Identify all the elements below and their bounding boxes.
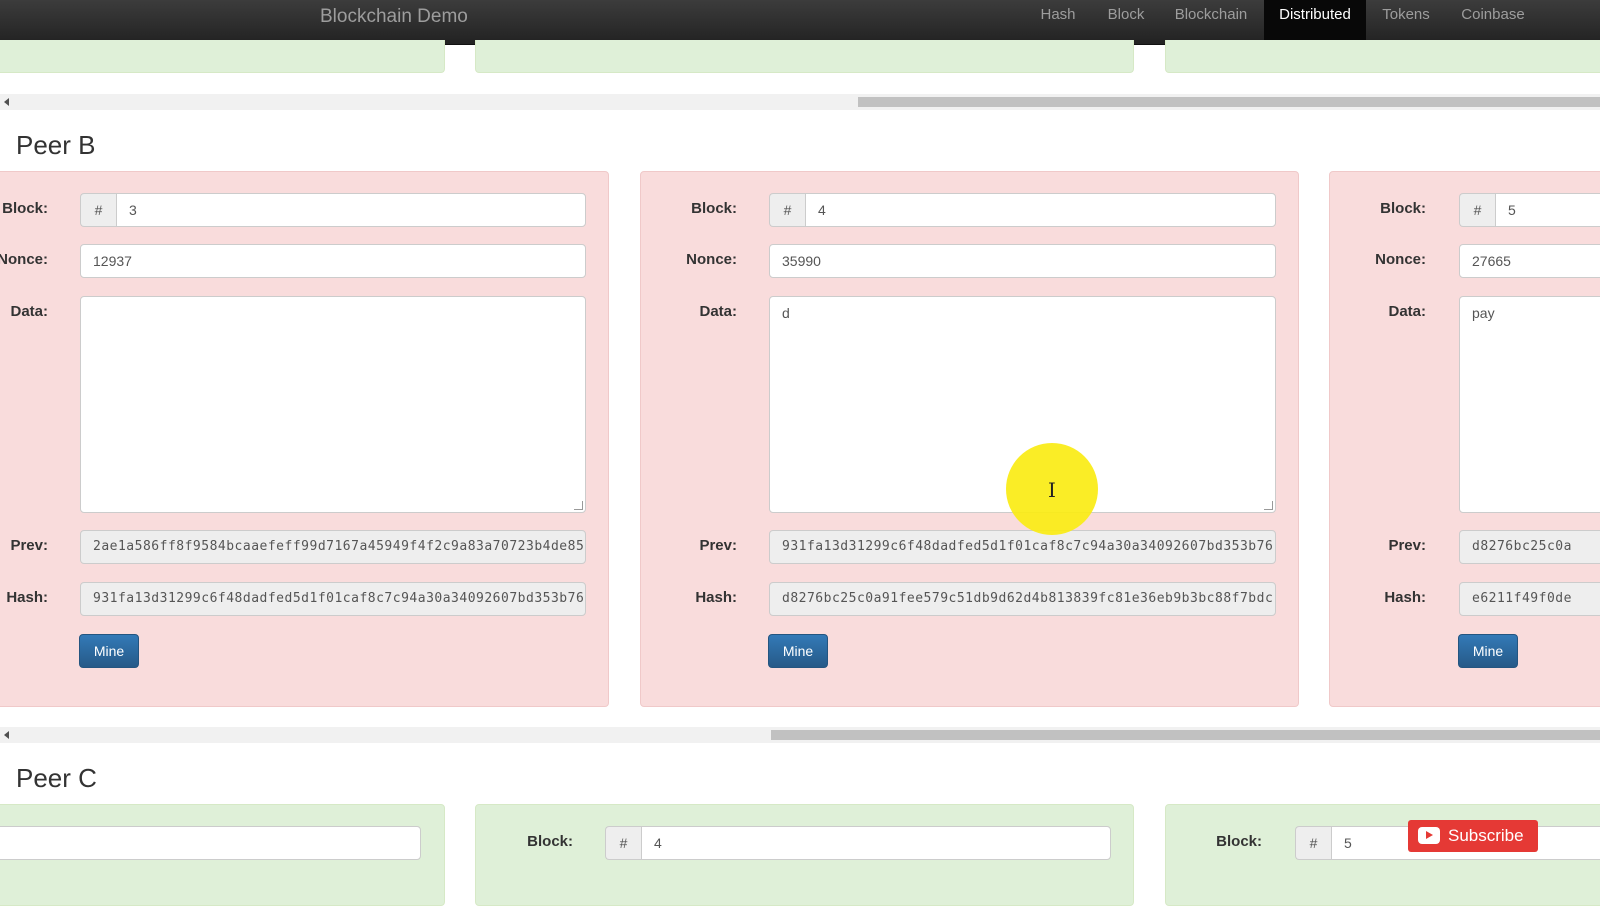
block-number-input[interactable]: 4 <box>641 826 1111 860</box>
hash-field: e6211f49f0de <box>1459 582 1600 616</box>
resize-grip-icon[interactable] <box>1264 501 1273 510</box>
scrollbar-thumb[interactable] <box>771 730 1600 740</box>
brand-title[interactable]: Blockchain Demo <box>320 6 468 28</box>
scroll-left-arrow-icon[interactable] <box>4 98 9 106</box>
mine-button[interactable]: Mine <box>1458 634 1518 668</box>
peer-a-card-1 <box>0 40 445 73</box>
resize-grip-icon[interactable] <box>574 501 583 510</box>
prev-hash-field: d8276bc25c0a <box>1459 530 1600 564</box>
hash-sign-addon: # <box>605 826 641 860</box>
block-number-input[interactable]: 3 <box>116 193 586 227</box>
nonce-label: Nonce: <box>686 251 737 268</box>
hash-sign-addon: # <box>1459 193 1495 227</box>
nonce-label: Nonce: <box>0 251 48 268</box>
nonce-input[interactable]: 27665 <box>1459 244 1600 278</box>
hash-sign-addon: # <box>769 193 805 227</box>
peer-b-scrollbar[interactable] <box>0 727 1600 743</box>
nonce-input[interactable]: 12937 <box>80 244 586 278</box>
nav-block[interactable]: Block <box>1094 0 1158 44</box>
data-textarea[interactable] <box>80 296 586 513</box>
block-number-input[interactable]: 5 <box>1495 193 1600 227</box>
block-label: Block: <box>527 833 573 850</box>
nav-tokens[interactable]: Tokens <box>1370 0 1442 44</box>
data-text: pay <box>1472 305 1495 321</box>
data-label: Data: <box>1388 303 1426 320</box>
hash-sign-addon: # <box>80 193 116 227</box>
block-label: Block: <box>691 200 737 217</box>
block-label: Block: <box>1216 833 1262 850</box>
peer-a-card-2 <box>475 40 1134 73</box>
block-label: Block: <box>2 200 48 217</box>
block-number-input[interactable] <box>0 826 421 860</box>
hash-field: 931fa13d31299c6f48dadfed5d1f01caf8c7c94a… <box>80 582 586 616</box>
prev-label: Prev: <box>699 537 737 554</box>
prev-hash-field: 931fa13d31299c6f48dadfed5d1f01caf8c7c94a… <box>769 530 1276 564</box>
subscribe-button[interactable]: Subscribe <box>1408 820 1538 852</box>
hash-label: Hash: <box>695 589 737 606</box>
hash-field: d8276bc25c0a91fee579c51db9d62d4b813839fc… <box>769 582 1276 616</box>
mine-button[interactable]: Mine <box>768 634 828 668</box>
text-cursor-icon: I <box>1048 478 1056 502</box>
peer-c-title: Peer C <box>16 763 97 793</box>
nav-distributed[interactable]: Distributed <box>1264 0 1366 44</box>
scrollbar-thumb[interactable] <box>858 97 1600 107</box>
nav-blockchain[interactable]: Blockchain <box>1162 0 1260 44</box>
prev-hash-field: 2ae1a586ff8f9584bcaaefeff99d7167a45949f4… <box>80 530 586 564</box>
nonce-label: Nonce: <box>1375 251 1426 268</box>
hash-label: Hash: <box>1384 589 1426 606</box>
hash-label: Hash: <box>6 589 48 606</box>
navbar: Blockchain Demo Hash Block Blockchain Di… <box>0 0 1600 45</box>
peer-a-scrollbar[interactable] <box>0 94 1600 110</box>
peer-b-title: Peer B <box>16 130 96 160</box>
data-label: Data: <box>10 303 48 320</box>
prev-label: Prev: <box>10 537 48 554</box>
youtube-play-icon <box>1418 827 1440 844</box>
hash-sign-addon: # <box>1295 826 1331 860</box>
nav-coinbase[interactable]: Coinbase <box>1446 0 1540 44</box>
prev-label: Prev: <box>1388 537 1426 554</box>
data-textarea[interactable]: pay <box>1459 296 1600 513</box>
subscribe-label: Subscribe <box>1448 826 1524 845</box>
nav-hash[interactable]: Hash <box>1026 0 1090 44</box>
scroll-left-arrow-icon[interactable] <box>4 731 9 739</box>
block-number-input[interactable]: 4 <box>805 193 1276 227</box>
peer-a-card-3 <box>1165 40 1600 73</box>
data-label: Data: <box>699 303 737 320</box>
mine-button[interactable]: Mine <box>79 634 139 668</box>
data-text: d <box>782 305 790 321</box>
nonce-input[interactable]: 35990 <box>769 244 1276 278</box>
block-label: Block: <box>1380 200 1426 217</box>
